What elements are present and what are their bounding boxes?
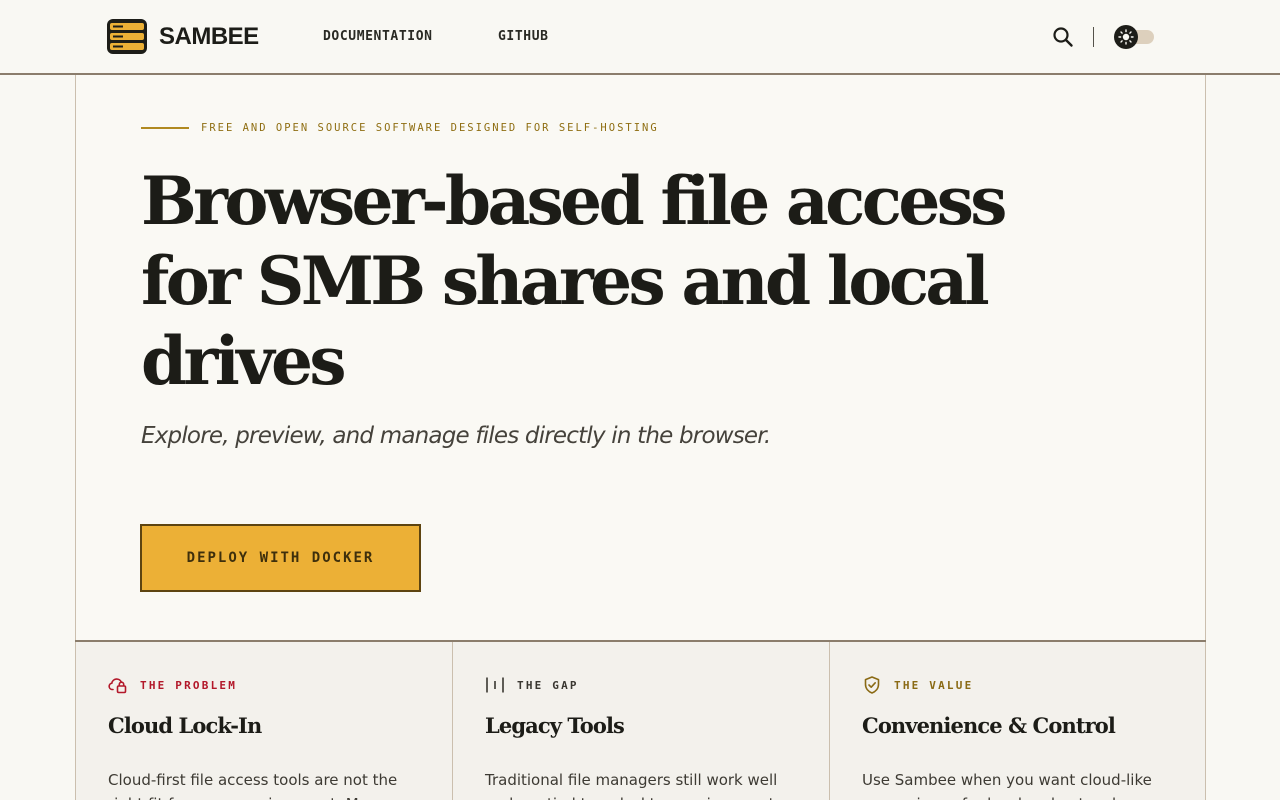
card-value: THE VALUE Convenience & Control Use Samb…: [829, 642, 1206, 800]
eyebrow-text: FREE AND OPEN SOURCE SOFTWARE DESIGNED F…: [201, 122, 659, 134]
eyebrow-rule: [141, 127, 189, 129]
card-tag: THE VALUE: [862, 676, 973, 694]
card-title: Legacy Tools: [485, 713, 625, 738]
search-icon: [1053, 27, 1073, 47]
card-body: Traditional file managers still work wel…: [485, 771, 779, 800]
card-tag-label: THE GAP: [517, 678, 579, 692]
card-body: Use Sambee when you want cloud-like conv…: [862, 771, 1152, 800]
feature-cards: THE PROBLEM Cloud Lock-In Cloud-first fi…: [75, 640, 1206, 800]
card-body: Cloud-first file access tools are not th…: [108, 771, 398, 800]
sun-icon: [1118, 29, 1134, 45]
card-tag: THE PROBLEM: [108, 676, 237, 694]
menu-logo-icon: [107, 19, 147, 54]
hero-eyebrow: FREE AND OPEN SOURCE SOFTWARE DESIGNED F…: [141, 122, 659, 134]
search-button[interactable]: [1051, 25, 1075, 49]
hero-section: FREE AND OPEN SOURCE SOFTWARE DESIGNED F…: [75, 75, 1206, 641]
brand-name: SAMBEE: [159, 22, 259, 50]
shield-check-icon: [864, 676, 880, 694]
deploy-with-docker-button[interactable]: DEPLOY WITH DOCKER: [140, 524, 421, 592]
cloud-lock-icon: [108, 678, 127, 694]
top-navigation-bar: SAMBEE DOCUMENTATION GITHUB: [0, 0, 1280, 75]
theme-toggle[interactable]: [1114, 25, 1155, 49]
header-divider: [1093, 27, 1094, 47]
card-gap: THE GAP Legacy Tools Traditional file ma…: [452, 642, 829, 800]
card-title: Cloud Lock-In: [108, 713, 262, 738]
brand-home-link[interactable]: SAMBEE: [107, 19, 259, 54]
nav-github-link[interactable]: GITHUB: [498, 29, 549, 45]
gap-icon: [486, 677, 504, 693]
hero-subtitle: Explore, preview, and manage files direc…: [141, 423, 771, 449]
toggle-knob: [1114, 25, 1138, 49]
nav-documentation-link[interactable]: DOCUMENTATION: [323, 29, 433, 45]
card-tag-label: THE VALUE: [894, 678, 974, 692]
card-tag-label: THE PROBLEM: [140, 678, 238, 692]
card-tag: THE GAP: [485, 676, 579, 694]
card-title: Convenience & Control: [862, 713, 1116, 738]
card-problem: THE PROBLEM Cloud Lock-In Cloud-first fi…: [75, 642, 452, 800]
hero-title: Browser-based file access for SMB shares…: [141, 162, 1007, 400]
